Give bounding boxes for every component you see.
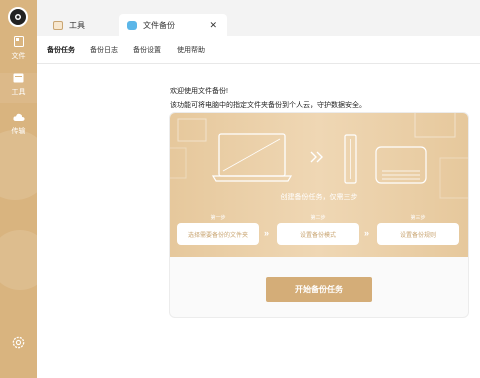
sidebar: 文件 工具 传输 xyxy=(0,0,37,378)
tab-tools[interactable]: 工具 xyxy=(45,14,121,36)
sidebar-item-transfer[interactable]: 传输 xyxy=(0,113,37,143)
set-backup-mode-button[interactable]: 设置备份模式 xyxy=(277,223,359,245)
subnav-backup-settings[interactable]: 备份设置 xyxy=(133,45,161,55)
subnav-backup-tasks[interactable]: 备份任务 xyxy=(47,45,75,55)
set-backup-rules-button[interactable]: 设置备份规则 xyxy=(377,223,459,245)
backup-app-icon xyxy=(127,20,137,30)
sub-navigation: 备份任务 备份日志 备份设置 使用帮助 xyxy=(37,36,480,64)
sidebar-item-label: 工具 xyxy=(11,89,26,96)
toolbox-icon xyxy=(0,73,37,85)
app-logo xyxy=(8,7,28,27)
step-2-label: 第二步 xyxy=(310,215,326,221)
tab-label: 工具 xyxy=(69,20,85,30)
sidebar-item-tools[interactable]: 工具 xyxy=(0,73,37,103)
file-icon xyxy=(0,36,37,49)
close-icon[interactable]: ✕ xyxy=(209,20,217,31)
chevron-right-icon: » xyxy=(364,228,370,238)
banner-title: 创建备份任务，仅需三步 xyxy=(280,194,358,201)
description-text: 该功能可将电脑中的指定文件夹备份到个人云，守护数据安全。 xyxy=(170,102,366,109)
subnav-help[interactable]: 使用帮助 xyxy=(177,45,205,55)
guide-banner: 创建备份任务，仅需三步 第一步 选择需要备份的文件夹 » 第二步 设置备份模式 … xyxy=(170,113,468,257)
chevron-right-icon: » xyxy=(264,228,270,238)
tab-label: 文件备份 xyxy=(143,20,175,30)
subnav-backup-log[interactable]: 备份日志 xyxy=(90,45,118,55)
sidebar-item-label: 文件 xyxy=(11,53,26,60)
window-icon xyxy=(53,20,63,30)
tab-bar: 工具 文件备份 ✕ xyxy=(37,0,480,36)
tab-file-backup[interactable]: 文件备份 ✕ xyxy=(119,14,227,36)
sidebar-decoration xyxy=(0,230,37,290)
sidebar-item-files[interactable]: 文件 xyxy=(0,36,37,66)
sidebar-item-label: 传输 xyxy=(11,128,26,135)
start-backup-button[interactable]: 开始备份任务 xyxy=(266,277,372,302)
step-3-label: 第三步 xyxy=(410,215,426,221)
step-1-label: 第一步 xyxy=(210,215,226,221)
welcome-text: 欢迎使用文件备份! xyxy=(170,88,228,95)
gear-icon[interactable] xyxy=(11,335,26,350)
backup-guide-card: 创建备份任务，仅需三步 第一步 选择需要备份的文件夹 » 第二步 设置备份模式 … xyxy=(169,112,469,318)
select-folder-button[interactable]: 选择需要备份的文件夹 xyxy=(177,223,259,245)
cloud-transfer-icon xyxy=(0,113,37,124)
